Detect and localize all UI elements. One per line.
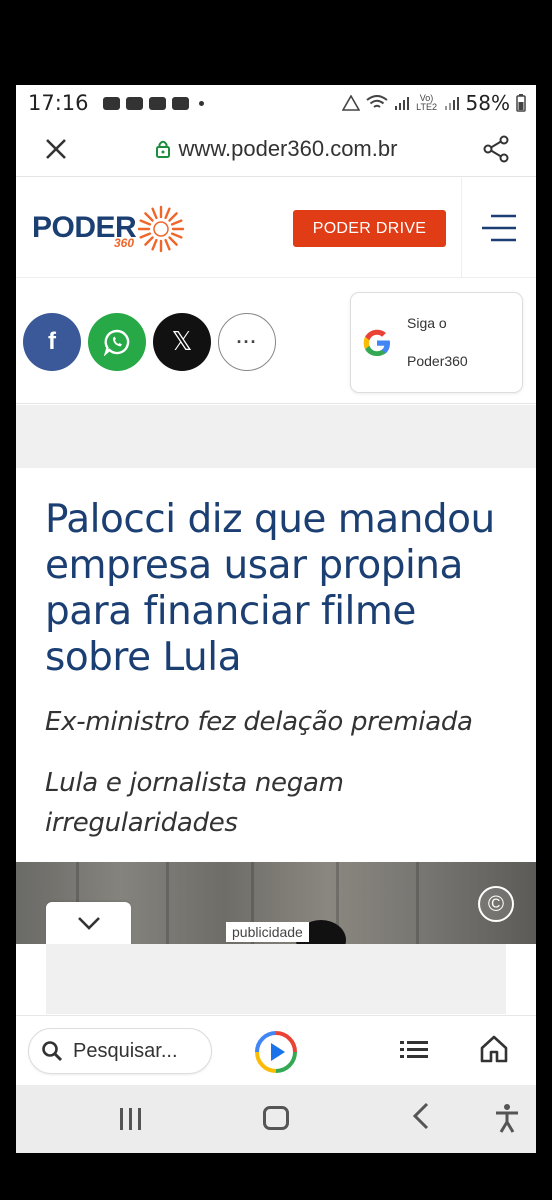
whatsapp-share-button[interactable] xyxy=(88,313,146,371)
status-right: Vo) LTE2 58% xyxy=(341,91,526,115)
wifi-icon xyxy=(365,95,388,108)
custom-tab-url-bar: www.poder360.com.br xyxy=(16,121,536,177)
list-icon xyxy=(400,1041,428,1058)
battery-icon xyxy=(516,94,526,112)
network-label: Vo) LTE2 xyxy=(416,93,437,112)
chevron-down-icon xyxy=(77,917,100,930)
play-icon xyxy=(255,1031,297,1073)
notification-icons xyxy=(102,96,204,110)
hamburger-menu-icon xyxy=(482,214,516,242)
photo-detail xyxy=(416,862,419,944)
gallery-notification-icon xyxy=(102,96,120,110)
accessibility-icon xyxy=(496,1104,518,1133)
youtube-notification-icon xyxy=(171,96,189,110)
top-ad-placeholder xyxy=(16,405,536,468)
ad-label: publicidade xyxy=(226,922,309,942)
x-icon: 𝕏 xyxy=(171,327,193,357)
listen-button[interactable] xyxy=(254,1030,298,1079)
article-subtitle-2: Lula e jornalista negam irregularidades xyxy=(45,768,344,838)
browser-bottom-toolbar: Pesquisar... xyxy=(16,1015,536,1085)
more-icon: ··· xyxy=(236,331,258,352)
facebook-share-button[interactable]: f xyxy=(23,313,81,371)
home-icon xyxy=(480,1035,508,1063)
back-button[interactable] xyxy=(411,1101,431,1138)
signal-icon-2 xyxy=(444,97,459,110)
system-navigation-bar xyxy=(16,1085,536,1153)
google-follow-line1: Siga o xyxy=(407,315,447,331)
recent-apps-icon xyxy=(120,1108,141,1130)
close-icon xyxy=(46,138,66,159)
article-subtitle-1: Ex-ministro fez delação premiada xyxy=(45,707,473,737)
menu-button[interactable] xyxy=(461,178,536,278)
article-headline: Palocci diz que mandou empresa usar prop… xyxy=(45,497,495,680)
status-time: 17:16 xyxy=(28,91,89,115)
battery-percent: 58% xyxy=(465,91,510,115)
search-button[interactable]: Pesquisar... xyxy=(28,1028,212,1074)
poder360-logo[interactable]: PODER 360 xyxy=(32,198,192,258)
poder-drive-button[interactable]: PODER DRIVE xyxy=(293,210,446,247)
sunburst-logo-icon xyxy=(137,205,185,252)
data-saver-icon xyxy=(341,95,360,111)
more-notifications-icon xyxy=(198,100,204,106)
share-row: f 𝕏 ··· Siga o Poder360 xyxy=(16,278,536,404)
list-button[interactable] xyxy=(399,1038,429,1065)
bottom-ad-area xyxy=(16,944,536,1014)
close-tab-button[interactable] xyxy=(16,138,96,160)
url-display[interactable]: www.poder360.com.br xyxy=(96,136,456,162)
youtube-notification-icon xyxy=(148,96,166,110)
copyright-icon[interactable]: © xyxy=(478,886,514,922)
logo-number: 360 xyxy=(114,235,135,250)
accessibility-button[interactable] xyxy=(494,1103,520,1138)
signal-icon xyxy=(394,97,409,110)
more-share-button[interactable]: ··· xyxy=(218,313,276,371)
collapse-ad-button[interactable] xyxy=(46,902,131,944)
share-icon xyxy=(483,135,509,162)
photo-detail xyxy=(166,862,169,944)
home-button[interactable] xyxy=(479,1034,509,1069)
ad-placeholder[interactable] xyxy=(46,944,506,1014)
back-icon xyxy=(412,1102,429,1130)
phone-screen: 17:16 Vo) LTE2 58% www.poder360.com.br P… xyxy=(16,85,536,1153)
google-follow-card[interactable]: Siga o Poder360 xyxy=(350,292,523,393)
url-text: www.poder360.com.br xyxy=(178,135,398,161)
search-label: Pesquisar... xyxy=(73,1039,178,1062)
facebook-icon: f xyxy=(48,328,56,355)
site-header: PODER 360 PODER DRIVE xyxy=(16,178,536,278)
search-icon xyxy=(42,1041,63,1062)
status-bar: 17:16 Vo) LTE2 58% xyxy=(16,85,536,121)
x-share-button[interactable]: 𝕏 xyxy=(153,313,211,371)
recent-apps-button[interactable] xyxy=(118,1107,144,1136)
google-follow-line2: Poder360 xyxy=(407,353,468,369)
system-home-button[interactable] xyxy=(263,1106,289,1130)
lock-icon xyxy=(155,140,170,158)
share-button[interactable] xyxy=(456,135,536,163)
whatsapp-icon xyxy=(103,329,130,356)
youtube-notification-icon xyxy=(125,96,143,110)
google-icon xyxy=(363,329,390,356)
